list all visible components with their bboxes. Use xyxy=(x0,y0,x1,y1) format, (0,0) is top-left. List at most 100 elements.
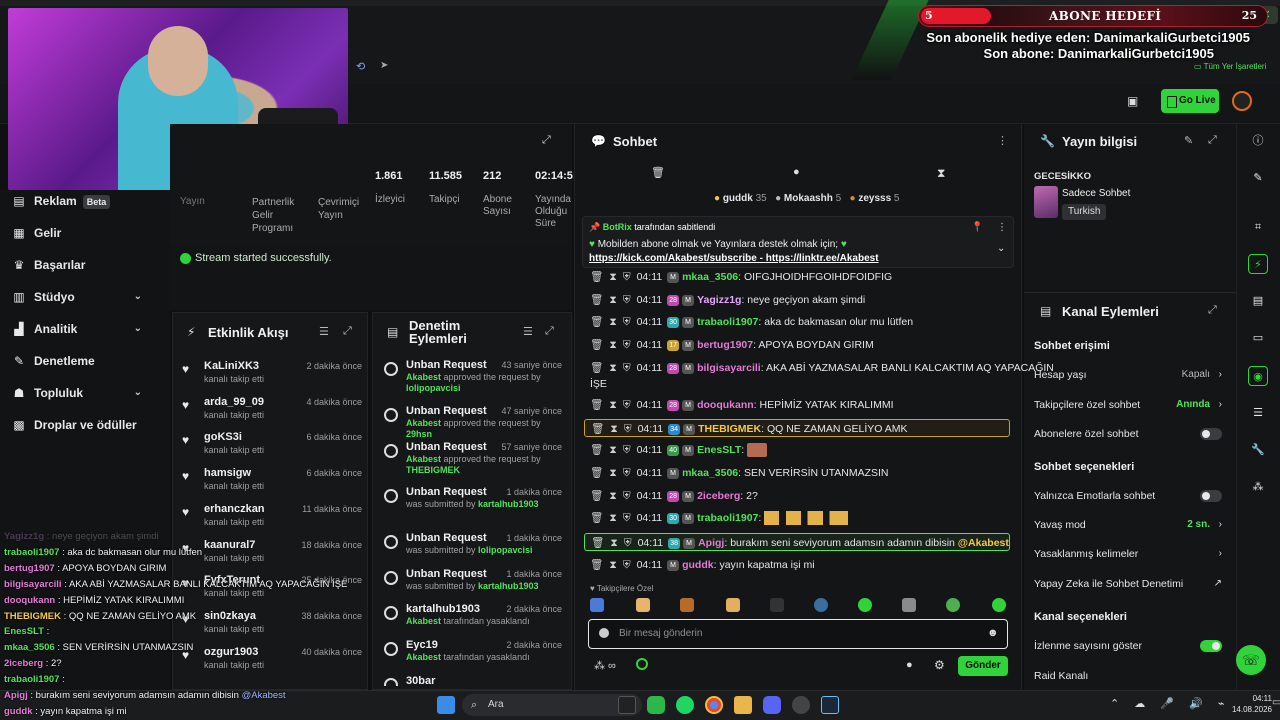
notification-icon[interactable]: ▭ xyxy=(1272,697,1280,708)
trash-icon[interactable]: 🗑 xyxy=(651,166,665,179)
chat-username[interactable]: dooqukann xyxy=(697,399,754,411)
emote-icon[interactable] xyxy=(992,598,1006,612)
timeout-icon[interactable]: ⧗ xyxy=(609,362,616,374)
channel-option[interactable]: Yalnızca Emotlarla sohbet xyxy=(1034,487,1224,505)
moderation-item[interactable]: Unban Request Akabest approved the reques… xyxy=(384,440,562,480)
expand-icon[interactable]: ⤢ xyxy=(542,134,551,147)
sidebar-item-analitik[interactable]: ▟ Analitik ⌄ xyxy=(12,319,142,339)
emote-icon[interactable] xyxy=(770,598,784,612)
task-view-icon[interactable] xyxy=(618,696,636,714)
timeout-icon[interactable]: ⧗ xyxy=(609,490,616,502)
timeout-icon[interactable]: ⧗ xyxy=(609,444,616,456)
whatsapp-icon[interactable] xyxy=(647,696,665,714)
emote-icon[interactable] xyxy=(858,598,872,612)
emote-icon[interactable] xyxy=(902,598,916,612)
timeout-icon[interactable]: ⧗ xyxy=(609,339,616,351)
emote-icon[interactable] xyxy=(726,598,740,612)
emoji-icon[interactable]: ☻ xyxy=(987,627,999,639)
more-icon[interactable]: ⋮ xyxy=(997,222,1007,233)
chat-icon[interactable]: ▭ xyxy=(1248,328,1268,348)
shield-icon[interactable]: ⛨ xyxy=(623,490,631,502)
chevron-down-icon[interactable]: ⌄ xyxy=(997,243,1005,254)
channel-option[interactable]: Takipçilere özel sohbet Anında › xyxy=(1034,396,1224,414)
chat-message[interactable]: 🗑 ⧗ ⛨ 04:11 30 Mtrabaoli1907: xyxy=(590,509,1010,527)
chat-message[interactable]: 🗑 ⧗ ⛨ 04:11 Mmkaa_3506: OIFGJHOIDHFGOIHDFOID… xyxy=(590,268,1010,286)
channel-option[interactable]: Abonelere özel sohbet xyxy=(1034,425,1224,443)
chat-username[interactable]: guddk xyxy=(682,559,714,571)
support-icon[interactable]: ☏ xyxy=(1236,645,1266,675)
toggle-switch[interactable] xyxy=(1200,490,1222,502)
chrome-icon[interactable] xyxy=(705,696,723,714)
reload-icon[interactable]: ⟲ xyxy=(356,60,365,73)
crop-icon[interactable]: ⌗ xyxy=(1248,217,1268,237)
delete-message-icon[interactable]: 🗑 xyxy=(590,467,603,479)
filter-icon[interactable]: ☰ xyxy=(523,325,533,338)
gear-icon[interactable]: ⚙ xyxy=(934,658,945,672)
moderation-item[interactable]: Eyc19 Akabest tarafından yasaklandı 2 daki… xyxy=(384,638,562,678)
timeout-icon[interactable]: ⧗ xyxy=(610,537,617,549)
moderation-item[interactable]: Unban Request Akabest approved the reques… xyxy=(384,404,562,444)
chat-username[interactable]: mkaa_3506 xyxy=(682,467,738,479)
delete-message-icon[interactable]: 🗑 xyxy=(590,362,603,374)
info-icon[interactable]: ⓘ xyxy=(1248,131,1268,151)
timeout-icon[interactable]: ⧗ xyxy=(609,399,616,411)
chat-bubble-icon[interactable]: ● xyxy=(906,659,913,671)
shield-icon[interactable]: ⛨ xyxy=(623,339,631,351)
chat-username[interactable]: trabaoli1907 xyxy=(697,316,758,328)
wrench-icon[interactable]: 🔧 xyxy=(1248,440,1268,460)
emote-icon[interactable] xyxy=(814,598,828,612)
subscribe-link[interactable]: https://kick.com/Akabest/subscribe xyxy=(589,253,757,264)
expand-icon[interactable]: ⤢ xyxy=(1208,304,1217,317)
shield-icon[interactable]: ⛨ xyxy=(624,423,632,435)
linktree-link[interactable]: https://linktr.ee/Akabest xyxy=(766,253,879,264)
chat-username[interactable]: bilgisayarcili xyxy=(697,362,761,374)
shield-icon[interactable]: ⛨ xyxy=(623,271,631,283)
moderation-item[interactable]: 30bar xyxy=(384,674,562,686)
shield-icon[interactable]: ⛨ xyxy=(623,362,631,374)
chat-input[interactable]: Bir mesaj gönderin ☻ xyxy=(588,619,1008,649)
activity-item[interactable]: ♥ hamsigw kanalı takip etti 6 dakika önce xyxy=(182,465,362,501)
send-button[interactable]: Gönder xyxy=(958,656,1008,676)
delete-message-icon[interactable]: 🗑 xyxy=(590,294,603,306)
delete-message-icon[interactable]: 🗑 xyxy=(590,271,603,283)
timeout-icon[interactable]: ⧗ xyxy=(609,467,616,479)
moderation-item[interactable]: Unban Request was submitted by kartalhub1… xyxy=(384,485,562,525)
chat-username[interactable]: THEBIGMEK xyxy=(698,423,761,435)
edit-icon[interactable]: ✎ xyxy=(1184,134,1193,147)
forward-icon[interactable]: ➤ xyxy=(380,60,388,71)
kick-icon[interactable] xyxy=(636,658,648,670)
chat-message[interactable]: 🗑 ⧗ ⛨ 04:11 28 M 2iceberg: 2? xyxy=(590,487,1010,505)
filter-icon[interactable]: ☰ xyxy=(319,325,329,338)
chat-message[interactable]: 🗑 ⧗ ⛨ 04:11 Mguddk: yayın kapatma işi mi xyxy=(590,556,1010,574)
sidebar-item-denetleme[interactable]: ✎ Denetleme xyxy=(12,351,95,371)
shield-icon[interactable]: ⛨ xyxy=(623,559,631,571)
delete-message-icon[interactable]: 🗑 xyxy=(590,339,603,351)
list-icon[interactable]: ☰ xyxy=(1248,403,1268,423)
hourglass-icon[interactable]: ⧗ xyxy=(937,166,945,181)
pen-icon[interactable]: ✎ xyxy=(1248,168,1268,188)
obs-icon[interactable] xyxy=(792,696,810,714)
bolt-icon[interactable]: ⚡ xyxy=(1248,254,1268,274)
clipboard-icon[interactable]: ▤ xyxy=(1248,291,1268,311)
chat-mention[interactable]: @Akabest xyxy=(958,537,1009,549)
sidebar-item-topluluk[interactable]: ☗ Topluluk ⌄ xyxy=(12,383,142,403)
moderation-item[interactable]: Unban Request Akabest approved the reques… xyxy=(384,358,562,398)
chat-username[interactable]: Yagizz1g xyxy=(697,294,741,306)
timeout-icon[interactable]: ⧗ xyxy=(609,559,616,571)
toggle-switch[interactable] xyxy=(1200,428,1222,440)
shield-icon[interactable]: ⛨ xyxy=(623,316,631,328)
channel-option[interactable]: İzlenme sayısını göster xyxy=(1034,637,1224,655)
sidebar-item-studyo[interactable]: ▥ Stüdyo ⌄ xyxy=(12,287,142,307)
users-icon[interactable]: ⁂ ∞ xyxy=(594,659,616,672)
chat-message[interactable]: 🗑 ⧗ ⛨ 04:11 34 M THEBIGMEK: QQ NE ZAMAN GELİYO… xyxy=(584,419,1010,437)
sidebar-item-droplar[interactable]: ▩ Droplar ve ödüller xyxy=(12,415,136,435)
activity-item[interactable]: ♥ goKS3i kanalı takip etti 6 dakika önce xyxy=(182,429,362,465)
chat-message[interactable]: 🗑 ⧗ ⛨ 04:11 28 M Yagizz1g: neye geçiyon akam ş… xyxy=(590,291,1010,309)
emote-icon[interactable] xyxy=(590,598,604,612)
activity-item[interactable]: ♥ arda_99_09 kanalı takip etti 4 dakika önc… xyxy=(182,394,362,430)
sidebar-item-gelir[interactable]: ▦ Gelir xyxy=(12,223,61,243)
tray-icons[interactable]: ⌃ ☁ 🎤 🔊 ⌁ xyxy=(1110,697,1230,710)
channel-option[interactable]: Yasaklanmış kelimeler › xyxy=(1034,545,1224,563)
shield-icon[interactable]: ⛨ xyxy=(623,294,631,306)
delete-message-icon[interactable]: 🗑 xyxy=(590,444,603,456)
